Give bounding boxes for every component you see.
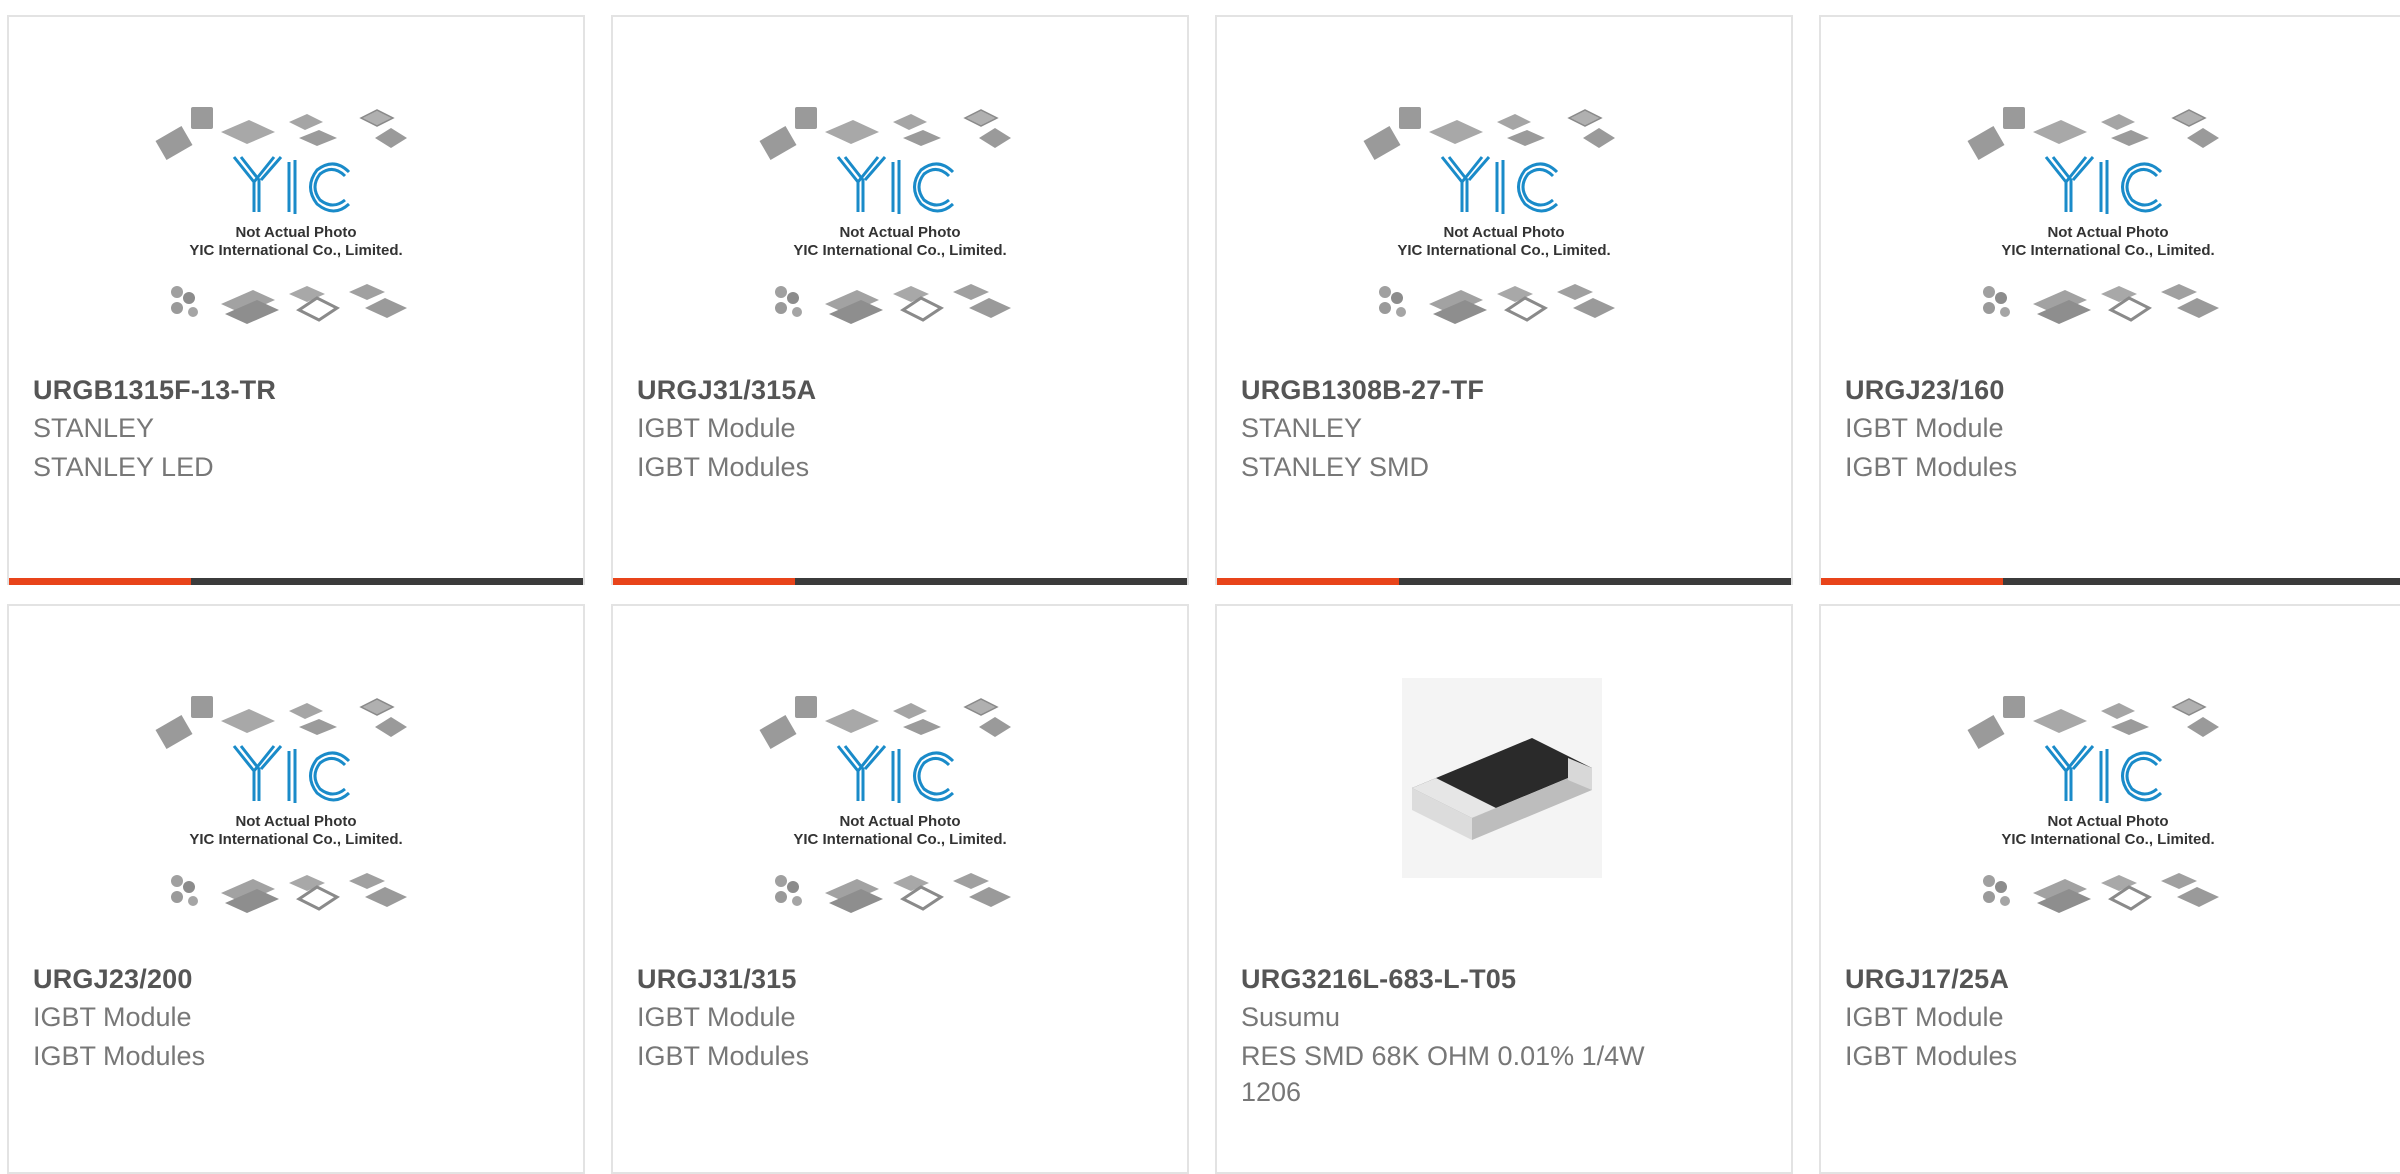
placeholder-image: Not Actual Photo YIC International Co., L…	[149, 691, 444, 941]
card-accent-bar	[1217, 578, 1399, 585]
chip-icons-bottom	[775, 284, 1011, 324]
caption-line1: Not Actual Photo	[235, 813, 356, 830]
placeholder-image: Not Actual Photo YIC International Co., L…	[753, 102, 1048, 352]
card-accent-bar	[9, 578, 191, 585]
yic-logo	[2044, 156, 2163, 214]
yic-logo	[2044, 745, 2163, 803]
caption-line1: Not Actual Photo	[235, 224, 356, 241]
caption-line2: YIC International Co., Limited.	[2001, 242, 2214, 259]
description: STANLEY LED	[33, 452, 214, 482]
chip-icons-bottom	[1379, 284, 1615, 324]
product-card[interactable]: Not Actual Photo YIC International Co., L…	[7, 15, 585, 585]
chip-icons-top	[759, 107, 1011, 161]
card-accent-bar	[613, 578, 795, 585]
description: RES SMD 68K OHM 0.01% 1/4W 1206	[1241, 1041, 1645, 1107]
chip-icons-bottom	[1983, 873, 2219, 913]
part-number[interactable]: URGJ17/25A	[1845, 964, 2009, 995]
chip-icons-top	[1363, 107, 1615, 161]
part-number[interactable]: URG3216L-683-L-T05	[1241, 964, 1516, 995]
chip-icons-top	[155, 107, 407, 161]
manufacturer: IGBT Module	[1845, 1002, 2004, 1032]
card-accent-bar	[1821, 578, 2003, 585]
caption-line2: YIC International Co., Limited.	[793, 831, 1006, 848]
chip-icons-top	[759, 696, 1011, 750]
chip-icons-bottom	[171, 284, 407, 324]
yic-logo	[232, 156, 351, 214]
part-number[interactable]: URGJ31/315A	[637, 375, 816, 406]
placeholder-image: Not Actual Photo YIC International Co., L…	[753, 691, 1048, 941]
caption-line1: Not Actual Photo	[2047, 813, 2168, 830]
description: IGBT Modules	[637, 452, 810, 482]
placeholder-image: Not Actual Photo YIC International Co., L…	[1961, 102, 2256, 352]
product-card[interactable]: Not Actual Photo YIC International Co., L…	[1819, 15, 2400, 585]
chip-icons-top	[155, 696, 407, 750]
product-card[interactable]: Not Actual Photo YIC International Co., L…	[611, 15, 1189, 585]
description: IGBT Modules	[1845, 1041, 2018, 1071]
part-number[interactable]: URGB1315F-13-TR	[33, 375, 276, 406]
placeholder-image: Not Actual Photo YIC International Co., L…	[1961, 691, 2256, 941]
caption-line1: Not Actual Photo	[839, 813, 960, 830]
manufacturer: IGBT Module	[637, 413, 796, 443]
product-card[interactable]: Not Actual Photo YIC International Co., L…	[611, 604, 1189, 1174]
manufacturer: IGBT Module	[637, 1002, 796, 1032]
part-number[interactable]: URGJ23/160	[1845, 375, 2005, 406]
caption-line2: YIC International Co., Limited.	[2001, 831, 2214, 848]
caption-line2: YIC International Co., Limited.	[189, 242, 402, 259]
caption-line2: YIC International Co., Limited.	[189, 831, 402, 848]
card-footer-bar	[1821, 578, 2400, 585]
description: IGBT Modules	[33, 1041, 206, 1071]
manufacturer: STANLEY	[1241, 413, 1363, 443]
placeholder-image: Not Actual Photo YIC International Co., L…	[149, 102, 444, 352]
part-number[interactable]: URGB1308B-27-TF	[1241, 375, 1484, 406]
manufacturer: STANLEY	[33, 413, 155, 443]
product-card[interactable]: URG3216L-683-L-T05 Susumu RES SMD 68K OH…	[1215, 604, 1793, 1174]
description: STANLEY SMD	[1241, 452, 1430, 482]
caption-line1: Not Actual Photo	[839, 224, 960, 241]
chip-icons-top	[1967, 696, 2219, 750]
product-card[interactable]: Not Actual Photo YIC International Co., L…	[7, 604, 585, 1174]
caption-line2: YIC International Co., Limited.	[1397, 242, 1610, 259]
smd-resistor-photo	[1402, 678, 1602, 878]
chip-icons-bottom	[775, 873, 1011, 913]
manufacturer: IGBT Module	[1845, 413, 2004, 443]
chip-icons-bottom	[171, 873, 407, 913]
part-number[interactable]: URGJ23/200	[33, 964, 193, 995]
placeholder-image: Not Actual Photo YIC International Co., L…	[1357, 102, 1652, 352]
yic-logo	[1440, 156, 1559, 214]
product-card[interactable]: Not Actual Photo YIC International Co., L…	[1819, 604, 2400, 1174]
part-number[interactable]: URGJ31/315	[637, 964, 797, 995]
card-footer-bar	[9, 578, 583, 585]
caption-line1: Not Actual Photo	[1443, 224, 1564, 241]
manufacturer: Susumu	[1241, 1002, 1341, 1032]
caption-line2: YIC International Co., Limited.	[793, 242, 1006, 259]
description: IGBT Modules	[637, 1041, 810, 1071]
yic-logo	[836, 156, 955, 214]
chip-icons-bottom	[1983, 284, 2219, 324]
chip-icons-top	[1967, 107, 2219, 161]
product-grid: Not Actual Photo YIC International Co., L…	[0, 0, 2400, 1174]
description: IGBT Modules	[1845, 452, 2018, 482]
product-card[interactable]: Not Actual Photo YIC International Co., L…	[1215, 15, 1793, 585]
yic-logo	[232, 745, 351, 803]
card-footer-bar	[1217, 578, 1791, 585]
yic-logo	[836, 745, 955, 803]
card-footer-bar	[613, 578, 1187, 585]
manufacturer: IGBT Module	[33, 1002, 192, 1032]
caption-line1: Not Actual Photo	[2047, 224, 2168, 241]
